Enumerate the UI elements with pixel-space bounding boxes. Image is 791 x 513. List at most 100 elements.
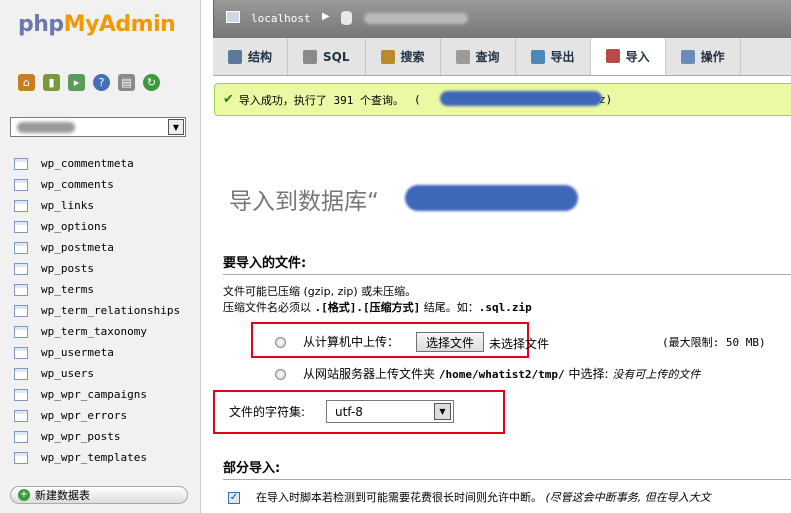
navigation-sidebar: phpMyAdmin ⌂ ▮ ▸ ? ▤ ↻ ▼ wp_commentmeta w… (0, 0, 201, 513)
tab-search[interactable]: 搜索 (366, 38, 441, 75)
checkmark-icon: ✔ (223, 92, 234, 107)
tab-label: 操作 (700, 50, 725, 64)
allow-interrupt-note: (尽管这会中断事务, 但在导入大文 (545, 491, 711, 504)
table-icon[interactable] (14, 430, 28, 443)
operations-icon (680, 49, 695, 64)
exit-icon[interactable]: ▮ (43, 74, 60, 91)
table-list-item[interactable]: wp_wpr_templates (14, 447, 180, 468)
structure-icon (228, 49, 242, 64)
tab-label: 搜索 (400, 50, 425, 64)
table-icon[interactable] (14, 262, 28, 275)
docs-icon[interactable]: ▤ (118, 74, 135, 91)
phpmyadmin-logo[interactable]: phpMyAdmin (18, 12, 176, 37)
no-file-chosen-text: 未选择文件 (489, 337, 550, 351)
breadcrumb-server[interactable]: localhost (251, 12, 311, 25)
format-example: .sql.zip (478, 301, 532, 314)
help-icon[interactable]: ? (93, 74, 110, 91)
chevron-down-icon[interactable]: ▼ (434, 403, 451, 420)
upload-from-server-radio[interactable] (275, 369, 286, 380)
tab-sql[interactable]: SQL (288, 38, 366, 75)
table-list-item[interactable]: wp_users (14, 363, 180, 384)
table-list-item[interactable]: wp_links (14, 195, 180, 216)
format-note-prefix: 压缩文件名必须以 (223, 301, 315, 314)
table-list-item[interactable]: wp_wpr_campaigns (14, 384, 180, 405)
table-list-item[interactable]: wp_posts (14, 258, 180, 279)
tab-structure[interactable]: 结构 (213, 38, 289, 75)
chevron-down-icon[interactable]: ▼ (168, 119, 184, 135)
table-name[interactable]: wp_terms (41, 283, 94, 296)
table-icon[interactable] (14, 367, 28, 380)
table-list-item[interactable]: wp_wpr_posts (14, 426, 180, 447)
tab-label: 导出 (550, 50, 575, 64)
new-table-label: 新建数据表 (35, 489, 90, 502)
table-icon[interactable] (14, 199, 28, 212)
table-name[interactable]: wp_users (41, 367, 94, 380)
table-icon[interactable] (14, 178, 28, 191)
table-list-item[interactable]: wp_wpr_errors (14, 405, 180, 426)
table-name[interactable]: wp_wpr_templates (41, 451, 147, 464)
query-icon (455, 49, 470, 64)
upload-from-computer-radio[interactable] (275, 337, 286, 348)
table-name[interactable]: wp_links (41, 199, 94, 212)
home-icon[interactable]: ⌂ (18, 74, 35, 91)
table-list-item[interactable]: wp_postmeta (14, 237, 180, 258)
format-pattern: .[格式].[压缩方式] (314, 301, 421, 314)
tab-query[interactable]: 查询 (441, 38, 516, 75)
logo-my-text: My (63, 12, 100, 37)
table-name[interactable]: wp_postmeta (41, 241, 114, 254)
allow-interrupt-row: 在导入时脚本若检测到可能需要花费很长时间则允许中断。 (尽管这会中断事务, 但在… (256, 489, 711, 505)
table-list-item[interactable]: wp_commentmeta (14, 153, 180, 174)
database-icon (341, 11, 352, 25)
logo-php-text: php (18, 12, 64, 37)
tab-operations[interactable]: 操作 (666, 38, 741, 75)
sql-query-icon[interactable]: ▸ (68, 74, 85, 91)
database-select[interactable]: ▼ (10, 117, 186, 137)
table-icon[interactable] (14, 283, 28, 296)
server-upload-label: 从网站服务器上传文件夹 (303, 367, 436, 381)
table-list-item[interactable]: wp_options (14, 216, 180, 237)
format-note-mid: 结尾。如： (420, 301, 479, 314)
table-icon[interactable] (14, 241, 28, 254)
table-list-item[interactable]: wp_term_taxonomy (14, 321, 180, 342)
table-icon[interactable] (14, 304, 28, 317)
table-list-item[interactable]: wp_terms (14, 279, 180, 300)
table-list-item[interactable]: wp_usermeta (14, 342, 180, 363)
table-list: wp_commentmeta wp_comments wp_links wp_opti… (14, 153, 180, 468)
table-name[interactable]: wp_term_relationships (41, 304, 180, 317)
table-name[interactable]: wp_wpr_posts (41, 430, 120, 443)
charset-label: 文件的字符集: (229, 405, 306, 419)
charset-select[interactable]: utf-8 ▼ (326, 400, 454, 423)
table-name[interactable]: wp_options (41, 220, 107, 233)
tab-import[interactable]: 导入 (590, 38, 666, 75)
table-icon[interactable] (14, 451, 28, 464)
table-icon[interactable] (14, 220, 28, 233)
tab-label: 导入 (625, 49, 650, 64)
table-icon[interactable] (14, 157, 28, 170)
table-list-item[interactable]: wp_comments (14, 174, 180, 195)
table-name[interactable]: wp_comments (41, 178, 114, 191)
server-upload-mid: 中选择: (568, 367, 609, 381)
table-name[interactable]: wp_term_taxonomy (41, 325, 147, 338)
no-uploadable-files: 没有可上传的文件 (612, 368, 701, 381)
table-list-item[interactable]: wp_term_relationships (14, 300, 180, 321)
table-name[interactable]: wp_posts (41, 262, 94, 275)
table-name[interactable]: wp_wpr_campaigns (41, 388, 147, 401)
table-icon[interactable] (14, 409, 28, 422)
tab-label: 结构 (248, 50, 273, 64)
redacted-database-crumb (364, 13, 468, 24)
choose-file-button[interactable]: 选择文件 (416, 332, 484, 352)
table-icon[interactable] (14, 346, 28, 359)
reload-icon[interactable]: ↻ (143, 74, 160, 91)
new-table-button[interactable]: + 新建数据表 (10, 486, 188, 504)
table-name[interactable]: wp_usermeta (41, 346, 114, 359)
table-name[interactable]: wp_wpr_errors (41, 409, 127, 422)
tab-export[interactable]: 导出 (516, 38, 591, 75)
redacted-query-detail (440, 91, 602, 106)
table-name[interactable]: wp_commentmeta (41, 157, 134, 170)
table-icon[interactable] (14, 325, 28, 338)
tab-label: SQL (323, 49, 350, 64)
logo-admin-text: Admin (98, 12, 176, 37)
table-icon[interactable] (14, 388, 28, 401)
import-icon (605, 49, 620, 63)
allow-interrupt-checkbox[interactable]: ✓ (228, 492, 240, 504)
